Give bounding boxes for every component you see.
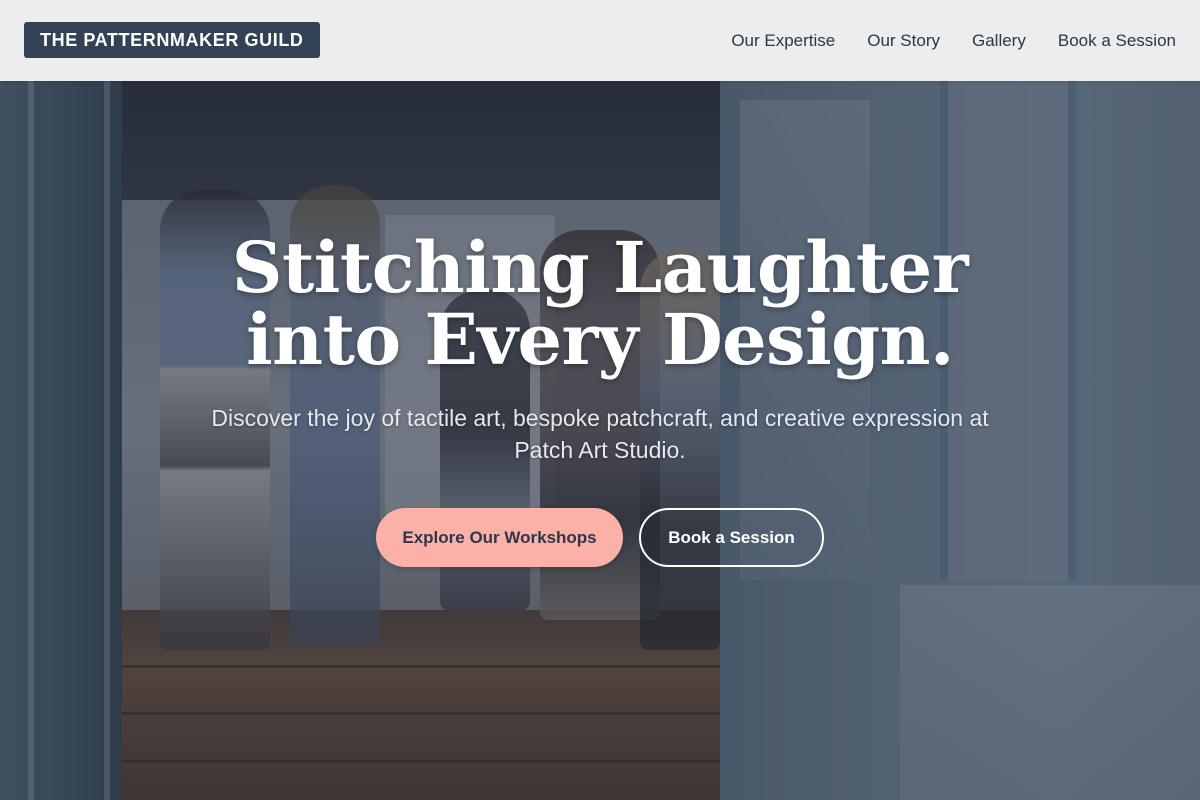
main-nav: Our Expertise Our Story Gallery Book a S… — [731, 0, 1176, 81]
nav-link-our-story[interactable]: Our Story — [867, 31, 940, 51]
nav-link-our-expertise[interactable]: Our Expertise — [731, 31, 835, 51]
book-session-button[interactable]: Book a Session — [639, 508, 824, 567]
nav-link-book-a-session[interactable]: Book a Session — [1058, 31, 1176, 51]
hero-section: Stitching Laughter into Every Design. Di… — [0, 232, 1200, 567]
hero-title: Stitching Laughter into Every Design. — [231, 226, 969, 381]
hero-cta-group: Explore Our Workshops Book a Session — [0, 508, 1200, 567]
explore-workshops-button[interactable]: Explore Our Workshops — [376, 508, 623, 567]
landing-page: THE PATTERNMAKER GUILD Our Expertise Our… — [0, 0, 1200, 800]
nav-link-gallery[interactable]: Gallery — [972, 31, 1026, 51]
site-header: THE PATTERNMAKER GUILD Our Expertise Our… — [0, 0, 1200, 81]
site-logo[interactable]: THE PATTERNMAKER GUILD — [24, 22, 320, 58]
hero-subtitle: Discover the joy of tactile art, bespoke… — [211, 405, 989, 463]
